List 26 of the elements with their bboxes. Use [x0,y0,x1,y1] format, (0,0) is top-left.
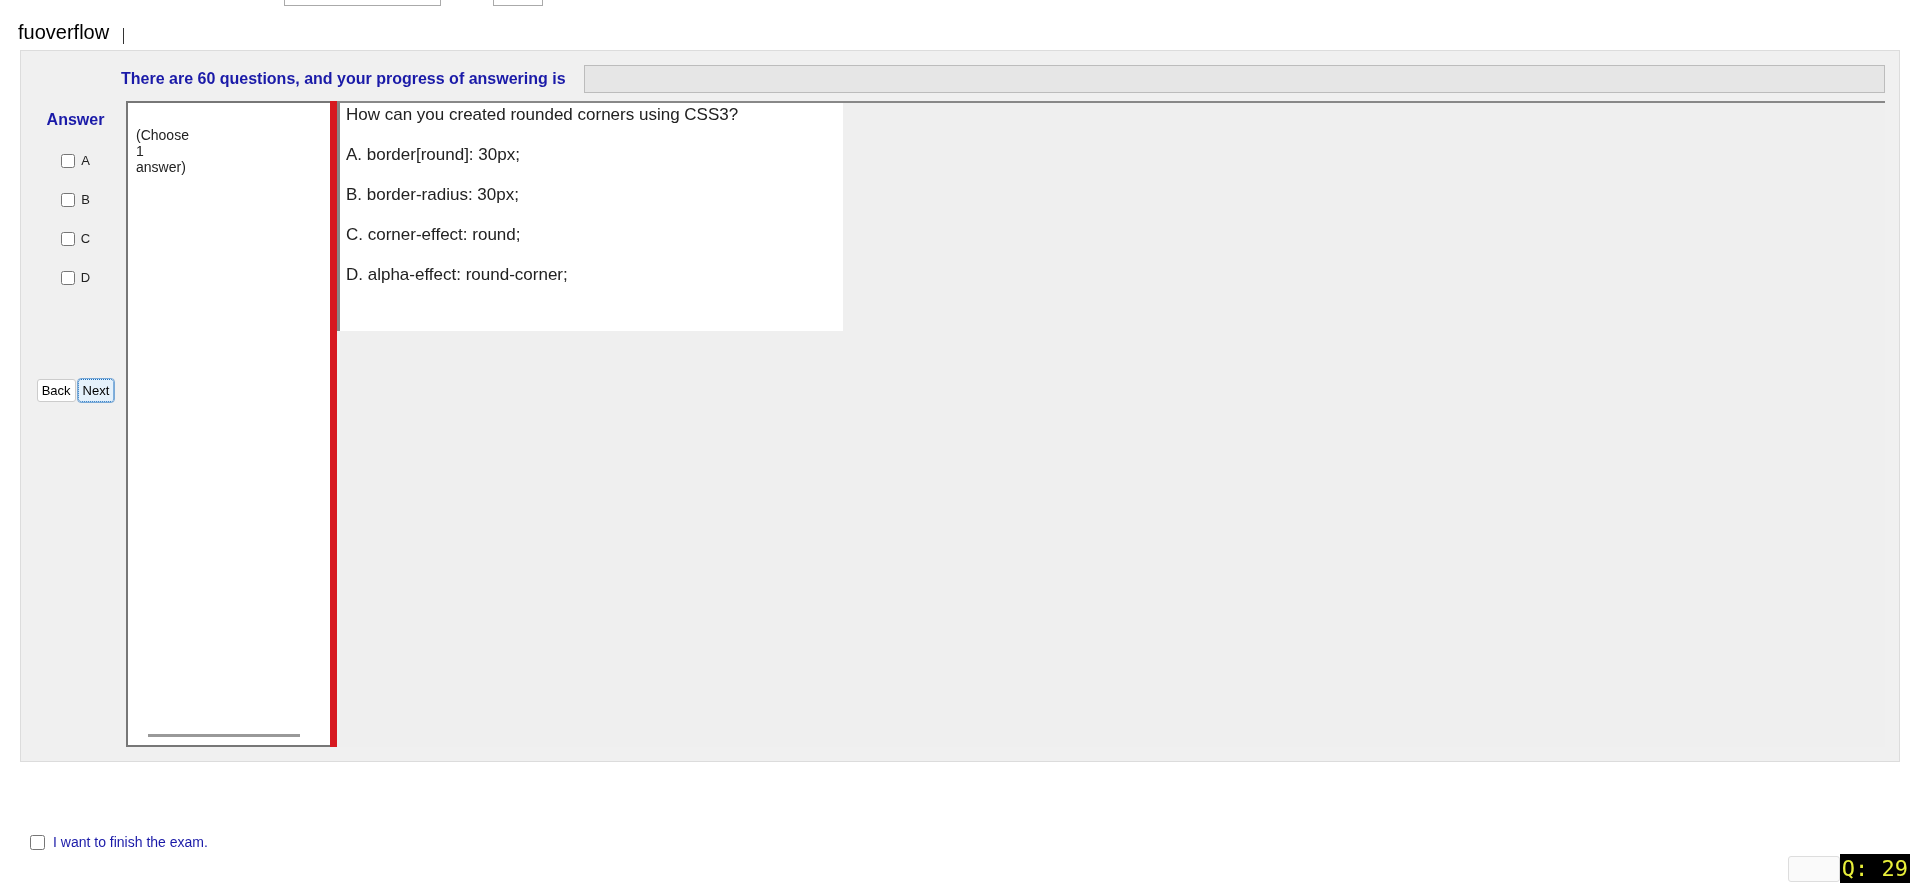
finish-label: I want to finish the exam. [53,834,208,850]
option-letter: B [81,192,90,207]
answer-checkbox[interactable] [60,270,75,285]
nav-button[interactable]: Back [36,379,76,402]
nav-button[interactable]: Next [77,379,115,402]
instruction-text: (Choose [136,127,190,143]
question-badge: Q: 29 [1839,854,1910,883]
scrollbar[interactable] [148,734,300,737]
text-cursor [123,28,125,44]
option-letter: A [81,153,90,168]
progress-label: There are 60 questions, and your progress of answering is [121,70,566,88]
choice-text: A. border[round]: 30px; [346,145,521,165]
choice-text: D. alpha-effect: round-corner; [346,265,569,285]
finish-checkbox[interactable] [30,834,45,850]
answer-checkbox[interactable] [60,231,75,246]
instruction-text: answer) [136,159,187,175]
instruction-text: 1 [136,143,145,159]
brand-label: fuoverflow [18,21,110,44]
answer-heading: Answer [46,111,105,129]
choice-text: B. border-radius: 30px; [346,185,520,205]
choice-text: C. corner-effect: round; [346,225,522,245]
answer-checkbox[interactable] [61,192,76,207]
option-letter: C [80,231,91,246]
question-text: How can you created rounded corners using CSS3? [346,105,740,125]
option-letter: D [80,270,91,285]
answer-checkbox[interactable] [61,153,76,168]
